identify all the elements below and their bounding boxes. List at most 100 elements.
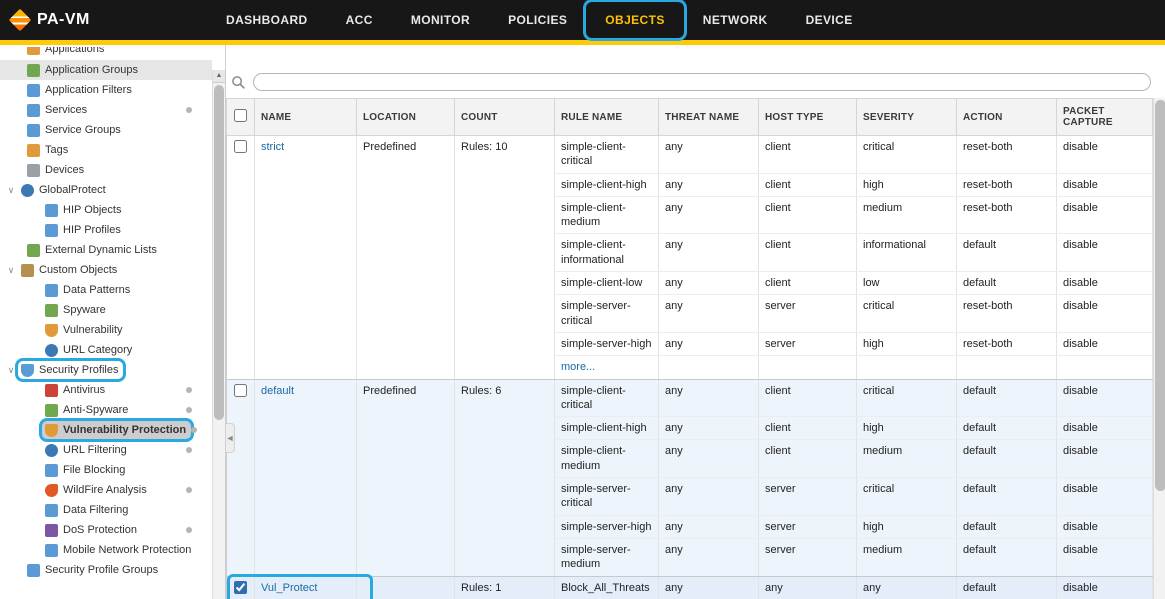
sidebar-item-data-patterns[interactable]: Data Patterns [0, 280, 212, 300]
nav-tab-device[interactable]: DEVICE [787, 2, 872, 38]
column-header-name[interactable]: NAME [255, 99, 357, 136]
table-scrollbar[interactable] [1153, 98, 1165, 599]
select-all-checkbox[interactable] [234, 109, 247, 122]
sidebar-item-devices[interactable]: Devices [0, 160, 212, 180]
scroll-up-icon[interactable]: ▲ [213, 70, 225, 83]
sidebar-item-globalprotect[interactable]: ∨GlobalProtect [0, 180, 212, 200]
sidebar-item-vulnerability[interactable]: Vulnerability [0, 320, 212, 340]
sidebar-item-security-profile-groups[interactable]: Security Profile Groups [0, 560, 212, 580]
tree-expand-icon[interactable]: ∨ [4, 365, 18, 376]
cell-action: default [957, 538, 1057, 576]
column-header-count[interactable]: COUNT [455, 99, 555, 136]
sidebar-item-vulnerability-protection[interactable]: Vulnerability Protection [0, 420, 212, 440]
sidebar-item-application-filters[interactable]: Application Filters [0, 80, 212, 100]
cell-threat-name: any [659, 272, 759, 295]
nav-tab-acc[interactable]: ACC [327, 2, 392, 38]
sidebar-item-url-filtering[interactable]: URL Filtering [0, 440, 212, 460]
sidebar-item-mobile-network-protection[interactable]: Mobile Network Protection [0, 540, 212, 560]
antivirus-icon [45, 384, 58, 397]
nav-tab-network[interactable]: NETWORK [684, 2, 787, 38]
column-header-location[interactable]: LOCATION [357, 99, 455, 136]
main-panel: ◄ NAMELOCATIONCOUNTRULE NAMETHREAT NAMEH… [226, 45, 1165, 599]
row-checkbox[interactable] [234, 581, 247, 594]
sidebar-item-url-category[interactable]: URL Category [0, 340, 212, 360]
cell-select [227, 136, 255, 380]
sidebar-item-services[interactable]: Services [0, 100, 212, 120]
sidebar-item-content: URL Category [42, 341, 137, 359]
sidebar-item-anti-spyware[interactable]: Anti-Spyware [0, 400, 212, 420]
sidebar-item-service-groups[interactable]: Service Groups [0, 120, 212, 140]
sidebar-item-content: Security Profile Groups [24, 561, 163, 579]
brand-logo: PA-VM [12, 11, 207, 29]
sidebar-item-file-blocking[interactable]: File Blocking [0, 460, 212, 480]
sidebar-item-label: Custom Objects [39, 262, 117, 278]
sidebar-scrollbar-thumb[interactable] [214, 85, 224, 420]
table-scrollbar-thumb[interactable] [1155, 100, 1165, 491]
sidebar-item-label: Applications [45, 47, 104, 57]
sidebar-item-antivirus[interactable]: Antivirus [0, 380, 212, 400]
column-header-select-all [227, 99, 255, 136]
column-header-packet-capture[interactable]: PACKET CAPTURE [1057, 99, 1153, 136]
sidebar-item-applications[interactable]: Applications [0, 47, 212, 60]
content-indicator-dot [186, 487, 192, 493]
cell-profile-name: default [255, 379, 357, 576]
cell-host-type: client [759, 417, 857, 440]
more-rules-link[interactable]: more... [561, 361, 595, 373]
sidebar-item-label: Security Profile Groups [45, 562, 158, 578]
row-checkbox[interactable] [234, 140, 247, 153]
profile-name-link[interactable]: strict [261, 141, 284, 153]
tree-expand-icon[interactable]: ∨ [4, 185, 18, 196]
nav-tab-monitor[interactable]: MONITOR [392, 2, 489, 38]
cell-packet-capture: disable [1057, 478, 1153, 516]
column-header-action[interactable]: ACTION [957, 99, 1057, 136]
sidebar-item-content: Devices [24, 161, 89, 179]
nav-tab-objects[interactable]: OBJECTS [586, 2, 683, 38]
nav-tab-dashboard[interactable]: DASHBOARD [207, 2, 327, 38]
tags-icon [27, 144, 40, 157]
sidebar-item-data-filtering[interactable]: Data Filtering [0, 500, 212, 520]
column-header-host-type[interactable]: HOST TYPE [759, 99, 857, 136]
sidebar-item-label: WildFire Analysis [63, 482, 147, 498]
cell-packet-capture: disable [1057, 332, 1153, 355]
sidebar-item-dos-protection[interactable]: DoS Protection [0, 520, 212, 540]
sidebar-item-label: Services [45, 102, 87, 118]
application-groups-icon [27, 64, 40, 77]
sidebar-item-label: File Blocking [63, 462, 125, 478]
sidebar-item-spyware[interactable]: Spyware [0, 300, 212, 320]
sidebar-item-tags[interactable]: Tags [0, 140, 212, 160]
sidebar-item-label: Application Filters [45, 82, 132, 98]
sidebar-item-content: External Dynamic Lists [24, 241, 162, 259]
sidebar-scrollbar[interactable]: ▲ [212, 70, 225, 599]
hip-objects-icon [45, 204, 58, 217]
sidebar-item-hip-objects[interactable]: HIP Objects [0, 200, 212, 220]
sidebar-item-security-profiles[interactable]: ∨Security Profiles [0, 360, 212, 380]
profile-name-link[interactable]: Vul_Protect [261, 582, 317, 594]
sidebar-collapse-handle[interactable]: ◄ [226, 423, 235, 453]
row-checkbox[interactable] [234, 384, 247, 397]
sidebar-item-custom-objects[interactable]: ∨ Custom Objects [0, 260, 212, 280]
cell-packet-capture: disable [1057, 173, 1153, 196]
column-header-severity[interactable]: SEVERITY [857, 99, 957, 136]
sidebar-tree: Applications Application Groups Applicatio… [0, 45, 212, 580]
content-indicator-dot [191, 427, 197, 433]
cell-rule-name: simple-client-high [555, 173, 659, 196]
sidebar-item-application-groups[interactable]: Application Groups [0, 60, 212, 80]
column-header-threat-name[interactable]: THREAT NAME [659, 99, 759, 136]
sidebar-item-label: URL Category [63, 342, 132, 358]
search-input[interactable] [253, 73, 1151, 91]
cell-action: reset-both [957, 295, 1057, 333]
sidebar-item-hip-profiles[interactable]: HIP Profiles [0, 220, 212, 240]
cell-threat-name [659, 356, 759, 379]
sidebar-item-external-dynamic-lists[interactable]: External Dynamic Lists [0, 240, 212, 260]
cell-host-type: client [759, 440, 857, 478]
cell-severity: critical [857, 379, 957, 417]
sidebar-item-label: Mobile Network Protection [63, 542, 191, 558]
tree-expand-icon[interactable]: ∨ [4, 265, 18, 276]
nav-tab-policies[interactable]: POLICIES [489, 2, 586, 38]
url-category-icon [45, 344, 58, 357]
sidebar-item-content: Application Groups [24, 61, 143, 79]
sidebar-item-wildfire-analysis[interactable]: WildFire Analysis [0, 480, 212, 500]
column-header-rule-name[interactable]: RULE NAME [555, 99, 659, 136]
profile-name-link[interactable]: default [261, 385, 294, 397]
data-filtering-icon [45, 504, 58, 517]
